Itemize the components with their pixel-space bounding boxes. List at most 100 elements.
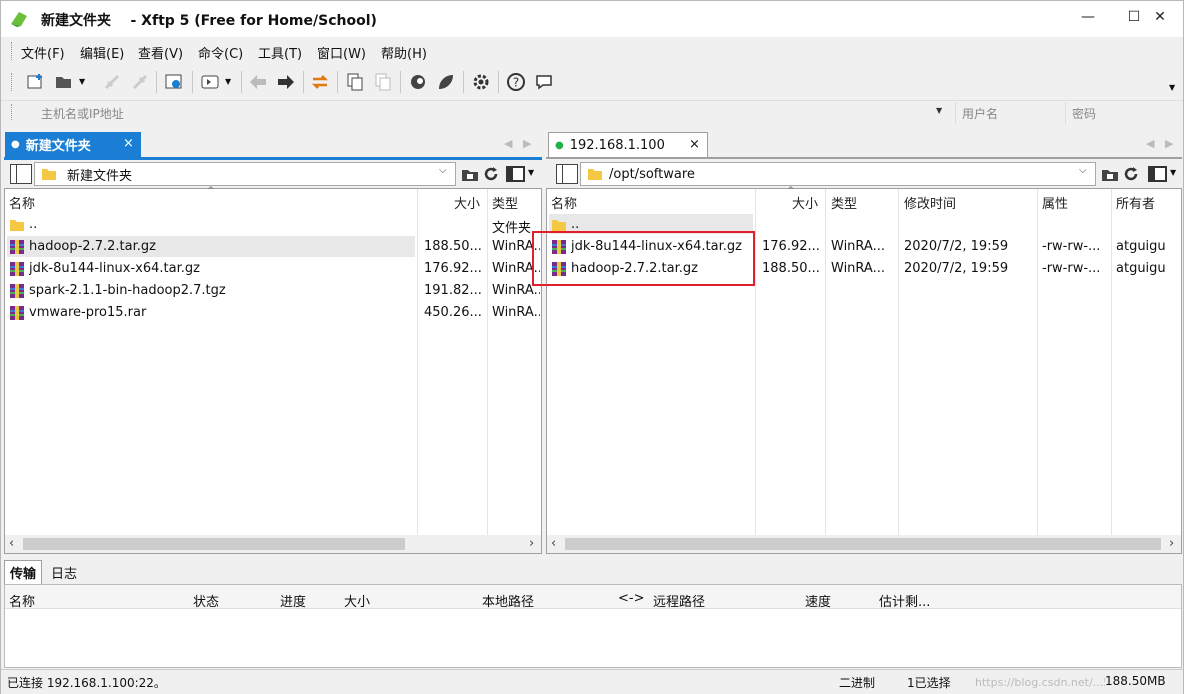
menu-edit[interactable]: 编辑(E) [80,43,124,62]
open-button[interactable] [53,71,75,93]
host-input[interactable]: 主机名或IP地址 ▼ [21,102,951,124]
minimize-button[interactable]: — [1065,1,1111,33]
scroll-right-arrow-icon[interactable]: › [529,536,534,551]
remote-up-folder-icon[interactable] [1100,165,1120,183]
scroll-left-arrow-icon[interactable]: ‹ [551,536,556,551]
remote-col-size[interactable]: 大小 [792,193,818,212]
remote-refresh-icon[interactable] [1122,165,1140,183]
xshell-button[interactable] [407,71,429,93]
remote-view-dropdown-icon[interactable]: ▼ [1170,168,1176,177]
help-button[interactable]: ? [505,71,527,93]
local-refresh-icon[interactable] [482,165,500,183]
local-toggle-tree-icon[interactable] [10,164,32,184]
remote-toggle-tree-icon[interactable] [556,164,578,184]
tab-transfer[interactable]: 传输 [4,560,42,584]
local-file-name: jdk-8u144-linux-x64.tar.gz [29,261,200,276]
toolbar-overflow-icon[interactable]: ▼ [1169,83,1175,92]
host-dropdown-icon[interactable]: ▼ [936,106,942,115]
remote-col-mtime[interactable]: 修改时间 [904,193,956,212]
username-input[interactable]: 用户名 [955,102,1063,124]
local-file-row[interactable]: spark-2.1.1-bin-hadoop2.7.tgz 191.82... Wi… [5,280,541,302]
local-col-size[interactable]: 大小 [454,193,480,212]
status-selection: 1已选择 [907,676,951,690]
menu-tools[interactable]: 工具(T) [258,43,302,62]
remote-path-dropdown-icon[interactable]: ⌵ [1079,165,1087,176]
remote-view-icon[interactable] [1148,165,1168,183]
tab-remote-session[interactable]: ● 192.168.1.100 × [548,132,708,157]
options-button[interactable] [470,71,492,93]
local-horizontal-scrollbar[interactable]: ‹ › [5,535,541,553]
xfer-col-size[interactable]: 大小 [344,591,370,610]
local-scroll-thumb[interactable] [23,538,405,550]
local-file-row[interactable]: jdk-8u144-linux-x64.tar.gz 176.92... WinRA… [5,258,541,280]
xfer-col-progress[interactable]: 进度 [280,591,306,610]
minimize-icon: — [1081,9,1095,25]
menu-view[interactable]: 查看(V) [138,43,183,62]
xfer-col-name[interactable]: 名称 [9,591,35,610]
back-button[interactable] [247,71,269,93]
xfer-col-status[interactable]: 状态 [193,591,219,610]
menu-file[interactable]: 文件(F) [21,43,65,62]
local-parent-row[interactable]: .. 文件夹 [5,214,541,236]
remote-col-attr[interactable]: 属性 [1042,193,1068,212]
menu-command[interactable]: 命令(C) [198,43,243,62]
remote-file-owner: atguigu [1116,239,1166,254]
xfer-col-remote-path[interactable]: 远程路径 [653,591,705,610]
remote-file-attr: -rw-rw-... [1042,261,1101,276]
paste-button[interactable] [372,71,394,93]
xfer-col-eta[interactable]: 估计剩... [879,591,930,610]
local-view-dropdown-icon[interactable]: ▼ [528,168,534,177]
xfer-col-speed[interactable]: 速度 [805,591,831,610]
remote-parent-name: .. [571,217,580,232]
tab-local-close-icon[interactable]: × [123,136,134,151]
tab-dot-icon: ● [11,139,20,150]
forward-button[interactable] [275,71,297,93]
tab-scroll-left-icon[interactable]: ◀ [504,137,512,150]
menu-window[interactable]: 窗口(W) [317,43,366,62]
scroll-right-arrow-icon[interactable]: › [1169,536,1174,551]
local-up-folder-icon[interactable] [460,165,480,183]
terminal-icon [201,75,219,89]
remote-path-box[interactable]: /opt/software ⌵ [580,162,1096,186]
remote-col-owner[interactable]: 所有者 [1116,193,1155,212]
local-col-name[interactable]: 名称 [9,193,35,212]
xfer-col-local-path[interactable]: 本地路径 [482,591,534,610]
address-grip [11,104,13,120]
xfer-col-direction[interactable]: <-> [618,591,644,606]
local-path-box[interactable]: 新建文件夹 ⌵ [34,162,456,186]
remote-col-type[interactable]: 类型 [831,193,857,212]
tab-log[interactable]: 日志 [45,560,83,584]
scroll-left-arrow-icon[interactable]: ‹ [9,536,14,551]
terminal-dropdown-icon[interactable]: ▼ [225,77,231,86]
connect-button[interactable] [101,71,123,93]
transfer-button[interactable] [309,71,331,93]
remote-col-name[interactable]: 名称 [551,193,577,212]
disconnect-button[interactable] [129,71,151,93]
password-input[interactable]: 密码 [1065,102,1175,124]
close-button[interactable]: ✕ [1137,1,1183,33]
properties-button[interactable] [163,71,185,93]
tab-remote-label: 192.168.1.100 [569,137,665,153]
xmanager-button[interactable] [435,71,457,93]
tab-scroll-left-icon[interactable]: ◀ [1146,137,1154,150]
feedback-button[interactable] [533,71,555,93]
local-view-icon[interactable] [506,165,526,183]
tab-remote-close-icon[interactable]: × [689,137,700,152]
remote-scroll-thumb[interactable] [565,538,1161,550]
new-session-button[interactable] [25,71,47,93]
remote-horizontal-scrollbar[interactable]: ‹ › [547,535,1181,553]
terminal-button[interactable] [199,71,221,93]
tab-scroll-right-icon[interactable]: ▶ [1165,137,1173,150]
tab-scroll-right-icon[interactable]: ▶ [523,137,531,150]
sort-asc-icon: ^ [207,186,215,196]
arrow-right-icon [278,75,294,89]
local-col-type[interactable]: 类型 [492,193,518,212]
copy-button[interactable] [344,71,366,93]
status-mode[interactable]: 二进制 [839,674,875,691]
tab-local-folder[interactable]: ● 新建文件夹 × [5,132,141,157]
local-file-row[interactable]: vmware-pro15.rar 450.26... WinRA... [5,302,541,324]
menu-help[interactable]: 帮助(H) [381,43,427,62]
local-path-dropdown-icon[interactable]: ⌵ [439,165,447,176]
open-dropdown-icon[interactable]: ▼ [79,77,85,86]
local-file-row[interactable]: hadoop-2.7.2.tar.gz188.50...WinRA... [5,236,541,258]
